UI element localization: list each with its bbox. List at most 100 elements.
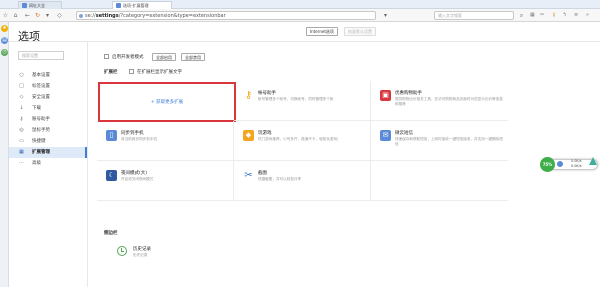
nav-item-label: 下载 bbox=[32, 106, 41, 111]
extension-card[interactable]: ⚷ 帐号助手 帐号管理多个帐号，切换帐号，同时管理多个帐 bbox=[234, 81, 371, 121]
extension-bar-heading: 扩展栏 bbox=[104, 70, 118, 75]
tab-options-extension[interactable]: 选项-扩展管理 bbox=[112, 1, 172, 9]
settings-nav: ○ 基本设置 □ 标签设置 ◇ 安全设置 ↓ 下载 ⚷ 账号助手 ◎ 鼠标手势 ▭ 快捷键 ▦… bbox=[9, 70, 87, 169]
extension-card[interactable]: ▣ 优惠购物助手 提供购物比价相关工具，在访问购物商品页面时为您显示比价等信息和… bbox=[371, 81, 508, 121]
browser-sidebar: ★ ▤ ◷ bbox=[0, 22, 9, 287]
nav-item-shortcuts[interactable]: ▭ 快捷键 bbox=[9, 136, 87, 147]
network-icon bbox=[557, 161, 563, 167]
nav-item-download[interactable]: ↓ 下载 bbox=[9, 103, 87, 114]
cut-icon[interactable]: ✂ bbox=[540, 12, 544, 19]
extension-desc: 快捷截图，并可以轻松分享 bbox=[258, 177, 302, 181]
nav-item-security[interactable]: ◇ 安全设置 bbox=[9, 92, 87, 103]
speed-percent: 75% bbox=[540, 157, 555, 172]
settings-search-input[interactable]: 搜索设置 bbox=[18, 51, 64, 60]
scissors-icon: ✂ bbox=[243, 170, 254, 181]
extension-grid: + 获取更多扩展 ⚷ 帐号助手 帐号管理多个帐号，切换帐号，同时管理多个帐 ▣ … bbox=[97, 81, 508, 202]
lightning-icon[interactable]: ϟ bbox=[563, 12, 566, 19]
back-icon[interactable]: ← bbox=[24, 12, 31, 19]
settings-page: 选项 Internet选项 恢复默认设置 搜索设置 ○ 基本设置 □ 标签设置 ◇ 安… bbox=[9, 22, 600, 287]
more-icon[interactable]: » bbox=[586, 12, 589, 19]
history-card[interactable]: 历史记录 历史记录 bbox=[97, 243, 234, 271]
address-prefix: se:// bbox=[85, 13, 96, 19]
nav-divider bbox=[87, 42, 88, 287]
address-host: settings bbox=[95, 13, 119, 19]
key-icon: ⚷ bbox=[19, 116, 24, 122]
extension-card[interactable]: ▯ 同步到手机 将当前网页同步到手机 bbox=[97, 121, 234, 161]
star-icon[interactable]: ☆ bbox=[2, 12, 9, 19]
nav-item-label: 基本设置 bbox=[32, 73, 50, 78]
restore-defaults-button[interactable]: 恢复默认设置 bbox=[344, 27, 376, 36]
nav-item-tabs[interactable]: □ 标签设置 bbox=[9, 81, 87, 92]
tab-label: 选项-扩展管理 bbox=[123, 3, 149, 8]
sidebar-section-heading: 侧边栏 bbox=[104, 231, 118, 236]
checkbox-box bbox=[129, 69, 134, 74]
refresh-icon[interactable]: ↻ bbox=[34, 12, 41, 19]
dropdown-icon[interactable]: ▾ bbox=[382, 12, 389, 19]
extension-card[interactable]: ◆ 玩游戏 热门游戏推荐，小号多开，极速不卡，轻松玩游戏！ bbox=[234, 121, 371, 161]
address-bar[interactable]: se://settings/?category=extension&type=e… bbox=[76, 11, 376, 20]
disable-all-button[interactable]: 全部禁用 bbox=[181, 53, 205, 61]
browser-window: 网址大全 选项-扩展管理 ☆ ⌂ ← ↻ ▾ ◇ se://settings/?… bbox=[0, 0, 600, 287]
grid-icon: ▦ bbox=[19, 149, 24, 155]
address-toolbar: ☆ ⌂ ← ↻ ▾ ◇ se://settings/?category=exte… bbox=[0, 9, 600, 22]
more-icon: ⋯ bbox=[19, 160, 24, 166]
internet-options-button[interactable]: Internet选项 bbox=[306, 27, 338, 36]
sms-icon: ✉ bbox=[380, 130, 391, 141]
arrow-icon bbox=[589, 157, 597, 165]
extension-card[interactable]: ✉ 微云短信 快速保存和获取短信，上网时接收一键短信接收，并支持一键删除短信 bbox=[371, 121, 508, 161]
nav-item-account[interactable]: ⚷ 账号助手 bbox=[9, 114, 87, 125]
history-desc: 历史记录 bbox=[133, 253, 148, 257]
history-icon[interactable]: ◷ bbox=[1, 49, 8, 56]
chevron-down-icon[interactable]: ▾ bbox=[44, 12, 51, 19]
nav-item-advanced[interactable]: ⋯ 高级 bbox=[9, 158, 87, 169]
extension-desc: 快速保存和获取短信，上网时接收一键短信接收，并支持一键删除短信 bbox=[395, 137, 503, 146]
shield-icon: ◇ bbox=[19, 94, 24, 100]
extension-desc: 帐号管理多个帐号，切换帐号，同时管理多个帐 bbox=[258, 97, 334, 101]
show-text-checkbox[interactable]: 在扩展栏显示扩展文字 bbox=[129, 69, 182, 76]
key-icon: ⚷ bbox=[243, 90, 254, 101]
key-icon[interactable]: ⚷ bbox=[552, 12, 556, 19]
nav-item-label: 标签设置 bbox=[32, 84, 50, 89]
extension-name: 同步到手机 bbox=[121, 131, 144, 136]
history-name: 历史记录 bbox=[133, 247, 151, 252]
history-icon bbox=[117, 246, 127, 256]
get-more-extensions-button[interactable]: + 获取更多扩展 bbox=[98, 82, 236, 122]
extension-name: 玩游戏 bbox=[258, 131, 272, 136]
extension-desc: 热门游戏推荐，小号多开，极速不卡，轻松玩游戏！ bbox=[258, 137, 341, 141]
download-icon: ↓ bbox=[19, 105, 24, 111]
enable-all-button[interactable]: 全部启用 bbox=[152, 53, 176, 61]
extension-name: 帐号助手 bbox=[258, 91, 276, 96]
search-icon[interactable]: ⌕ bbox=[518, 12, 525, 19]
home-icon[interactable]: ⌂ bbox=[12, 12, 19, 19]
home-icon bbox=[22, 3, 27, 8]
search-input[interactable]: 输入文字搜索 bbox=[434, 11, 514, 20]
dev-mode-label: 启用开发者模式 bbox=[112, 55, 144, 60]
tab-strip: 网址大全 选项-扩展管理 bbox=[0, 0, 600, 9]
tab-icon: □ bbox=[19, 83, 24, 89]
nav-item-gestures[interactable]: ◎ 鼠标手势 bbox=[9, 125, 87, 136]
reader-icon[interactable]: ▤ bbox=[1, 37, 8, 44]
dev-mode-checkbox[interactable]: 启用开发者模式 bbox=[104, 54, 144, 61]
extension-card[interactable]: ☾ 夜间模式(大) 开启或关闭夜间模式 bbox=[97, 161, 234, 201]
extension-name: 截图 bbox=[258, 171, 267, 176]
get-more-extensions-label: + 获取更多扩展 bbox=[150, 100, 184, 105]
tab-web-directory[interactable]: 网址大全 bbox=[18, 1, 62, 9]
nav-item-label: 高级 bbox=[32, 161, 41, 166]
shield-icon[interactable]: ◇ bbox=[56, 12, 63, 19]
extension-desc: 将当前网页同步到手机 bbox=[121, 137, 157, 141]
night-mode-icon: ☾ bbox=[106, 170, 117, 181]
settings-icon bbox=[116, 3, 121, 8]
favorites-icon[interactable]: ★ bbox=[1, 25, 8, 32]
phone-icon: ▯ bbox=[106, 130, 117, 141]
extension-name: 微云短信 bbox=[395, 131, 413, 136]
apps-icon[interactable]: ▦ bbox=[530, 12, 535, 19]
shopping-icon: ▣ bbox=[380, 90, 391, 101]
nav-item-basic[interactable]: ○ 基本设置 bbox=[9, 70, 87, 81]
speed-widget[interactable]: 75% 0.0K/s 0.0K/s bbox=[540, 133, 600, 177]
nav-item-label: 鼠标手势 bbox=[32, 128, 50, 133]
nav-item-label: 安全设置 bbox=[32, 95, 50, 100]
nav-item-extensions[interactable]: ▦ 扩展管理 bbox=[9, 147, 87, 158]
extension-card[interactable]: ✂ 截图 快捷截图，并可以轻松分享 bbox=[234, 161, 371, 201]
nav-item-label: 账号助手 bbox=[32, 117, 50, 122]
menu-icon[interactable]: ≡ bbox=[574, 12, 578, 19]
